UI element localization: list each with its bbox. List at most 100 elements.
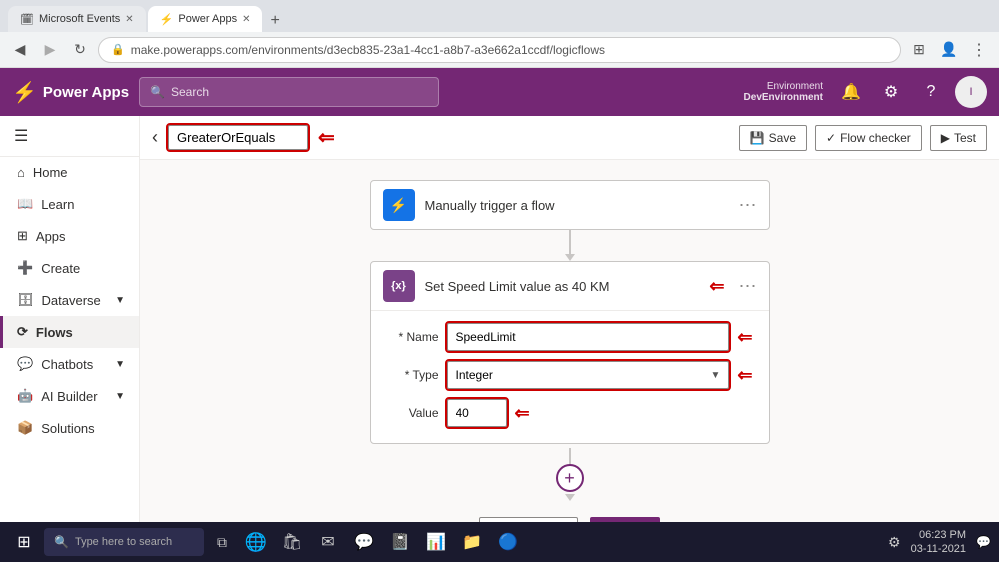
address-text: make.powerapps.com/environments/d3ecb835… (131, 43, 605, 57)
sidebar-item-flows[interactable]: ⟳ Flows (0, 316, 139, 348)
bell-icon-button[interactable]: 🔔 (835, 76, 867, 108)
variable-step-header-arrow: ⇐ (709, 276, 724, 297)
taskbar-date: 03-11-2021 (911, 542, 966, 556)
task-view-button[interactable]: ⧉ (208, 528, 236, 556)
extensions-button[interactable]: ⊞ (907, 38, 931, 62)
tab-pa-label: Power Apps (178, 13, 237, 25)
taskbar-right: ⚙ 06:23 PM 03-11-2021 💬 (888, 528, 991, 557)
connector-arrow-2 (565, 494, 575, 501)
ai-builder-icon: 🤖 (17, 388, 33, 404)
sidebar-item-solutions[interactable]: 📦 Solutions (0, 412, 139, 444)
reload-button[interactable]: ↻ (68, 38, 92, 62)
sidebar-item-label: Dataverse (42, 293, 108, 308)
connector-line-2 (569, 448, 571, 464)
taskbar-search-box[interactable]: 🔍 Type here to search (44, 528, 204, 556)
flow-name-input[interactable] (168, 125, 308, 150)
back-nav-button[interactable]: ◀ (8, 38, 32, 62)
variable-step-menu-button[interactable]: ⋯ (739, 276, 757, 297)
test-button[interactable]: ▶ Test (930, 125, 987, 151)
value-field-input[interactable] (447, 399, 507, 427)
save-icon: 💾 (750, 131, 765, 145)
sidebar-item-chatbots[interactable]: 💬 Chatbots ▼ (0, 348, 139, 380)
sidebar-item-create[interactable]: ➕ Create (0, 252, 139, 284)
taskbar-search-icon: 🔍 (54, 535, 69, 549)
tab-close-icon[interactable]: ✕ (125, 14, 133, 25)
profile-button[interactable]: 👤 (937, 38, 961, 62)
taskbar-teams-button[interactable]: 💬 (348, 526, 380, 558)
taskbar-edge-button[interactable]: 🌐 (240, 526, 272, 558)
tab-ms-events[interactable]: 🗓 Microsoft Events ✕ (8, 6, 146, 32)
sidebar-item-label: Solutions (41, 421, 94, 436)
variable-step-icon: {x} (383, 270, 415, 302)
trigger-step-icon: ⚡ (383, 189, 415, 221)
notification-button[interactable]: 💬 (976, 535, 991, 549)
value-field: Value ⇐ (387, 399, 753, 427)
taskbar-settings-button[interactable]: ⚙ (888, 534, 901, 551)
test-icon: ▶ (941, 131, 950, 145)
flow-checker-button[interactable]: ✓ Flow checker (815, 125, 922, 151)
start-button[interactable]: ⊞ (8, 526, 40, 558)
account-icon-button[interactable]: I (955, 76, 987, 108)
trigger-step[interactable]: ⚡ Manually trigger a flow ⋯ (370, 180, 770, 230)
flow-checker-icon: ✓ (826, 131, 836, 145)
forward-nav-button[interactable]: ▶ (38, 38, 62, 62)
topbar-search[interactable]: 🔍 Search (139, 77, 439, 107)
variable-step-header[interactable]: {x} Set Speed Limit value as 40 KM ⇐ ⋯ (371, 262, 769, 311)
help-icon-button[interactable]: ? (915, 76, 947, 108)
taskbar-search-placeholder: Type here to search (75, 536, 172, 548)
sidebar-item-learn[interactable]: 📖 Learn (0, 188, 139, 220)
tab-power-apps[interactable]: ⚡ Power Apps ✕ (148, 6, 263, 32)
flow-header: ‹ ⇐ 💾 Save ✓ Flow checker ▶ Test (140, 116, 999, 160)
sidebar-item-apps[interactable]: ⊞ Apps (0, 220, 139, 252)
sidebar-hamburger[interactable]: ☰ (0, 116, 139, 157)
flow-actions: 💾 Save ✓ Flow checker ▶ Test (739, 125, 987, 151)
type-field-select[interactable]: Integer ▼ (447, 361, 730, 389)
test-label: Test (954, 131, 976, 145)
type-field-arrow: ⇐ (737, 365, 752, 386)
back-button[interactable]: ‹ (152, 127, 158, 148)
tab-pa-close-icon[interactable]: ✕ (242, 14, 250, 25)
flow-checker-label: Flow checker (840, 131, 911, 145)
topbar-right: Environment DevEnvironment 🔔 ⚙ ? I (744, 76, 987, 108)
learn-icon: 📖 (17, 196, 33, 212)
taskbar-mail-button[interactable]: ✉ (312, 526, 344, 558)
name-field-arrow: ⇐ (737, 327, 752, 348)
taskbar-time: 06:23 PM (911, 528, 966, 542)
name-field-input[interactable] (447, 323, 730, 351)
flow-canvas: ⚡ Manually trigger a flow ⋯ {x} Set Spee… (140, 160, 999, 522)
taskbar-store-button[interactable]: 🛍 (276, 526, 308, 558)
address-bar[interactable]: 🔒 make.powerapps.com/environments/d3ecb8… (98, 37, 901, 63)
type-field: * Type Integer ▼ ⇐ (387, 361, 753, 389)
taskbar-chrome-button[interactable]: 🔵 (492, 526, 524, 558)
create-icon: ➕ (17, 260, 33, 276)
flows-icon: ⟳ (17, 324, 28, 340)
sidebar-item-label: Flows (36, 325, 73, 340)
solutions-icon: 📦 (17, 420, 33, 436)
dataverse-icon: 🗄 (17, 292, 34, 308)
sidebar-item-label: Create (41, 261, 80, 276)
sidebar-item-home[interactable]: ⌂ Home (0, 157, 139, 188)
add-step-circle-button[interactable]: + (556, 464, 584, 492)
gear-icon-button[interactable]: ⚙ (875, 76, 907, 108)
save-button[interactable]: 💾 Save (739, 125, 807, 151)
chatbots-icon: 💬 (17, 356, 33, 372)
menu-button[interactable]: ⋮ (967, 38, 991, 62)
connector-line-1 (569, 230, 571, 254)
trigger-step-menu-button[interactable]: ⋯ (739, 195, 757, 216)
sidebar: ☰ ⌂ Home 📖 Learn ⊞ Apps ➕ Create 🗄 Datav… (0, 116, 140, 522)
sidebar-item-label: Chatbots (41, 357, 107, 372)
type-field-value: Integer (456, 368, 493, 382)
connector-arrow-1 (565, 254, 575, 261)
taskbar-folder-button[interactable]: 📁 (456, 526, 488, 558)
chevron-down-icon: ▼ (115, 391, 125, 402)
trigger-step-label: Manually trigger a flow (425, 198, 729, 213)
type-field-label: * Type (387, 368, 439, 382)
search-icon: 🔍 (150, 85, 165, 99)
save-label: Save (769, 131, 796, 145)
taskbar-powerpoint-button[interactable]: 📊 (420, 526, 452, 558)
sidebar-item-dataverse[interactable]: 🗄 Dataverse ▼ (0, 284, 139, 316)
sidebar-item-ai-builder[interactable]: 🤖 AI Builder ▼ (0, 380, 139, 412)
flow-name-arrow: ⇐ (318, 125, 335, 150)
new-tab-button[interactable]: + (264, 12, 285, 30)
taskbar-onenote-button[interactable]: 📓 (384, 526, 416, 558)
